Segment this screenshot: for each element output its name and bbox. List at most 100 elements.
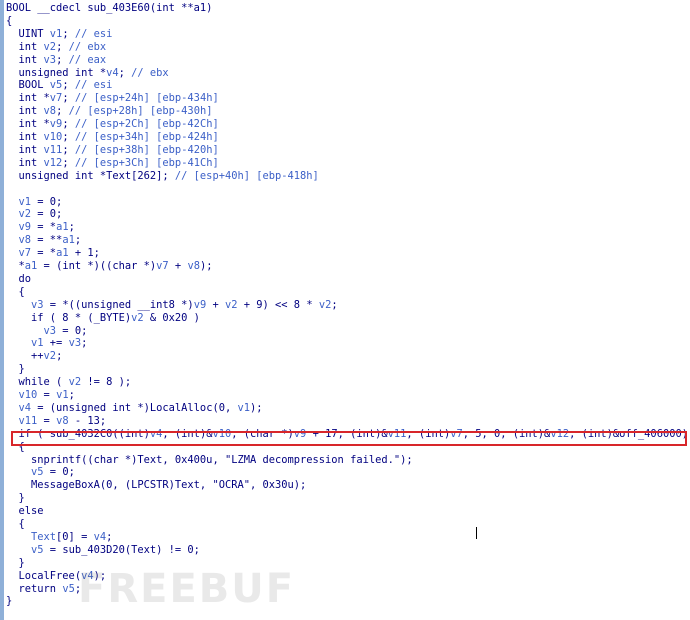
code-comment: // [esp+3Ch] [ebp-41Ch] [74,156,219,169]
code-line[interactable]: } [6,595,12,608]
code-token: ; [62,118,75,131]
code-identifier: Text [6,530,57,543]
code-line[interactable]: } [6,492,25,505]
code-line[interactable]: int *v9; // [esp+2Ch] [ebp-42Ch] [6,118,219,131]
code-token: & 0x20 ) [143,311,200,324]
code-line[interactable]: v10 = v1; [6,389,75,402]
code-line[interactable]: snprintf((char *)Text, 0x400u, "LZMA dec… [6,454,413,467]
code-token: ); [250,401,263,414]
code-line[interactable]: unsigned int *Text[262]; // [esp+40h] [e… [6,170,319,183]
code-line[interactable]: v3 = *((unsigned __int8 *)v9 + v2 + 9) <… [6,299,338,312]
code-line[interactable]: int v11; // [esp+38h] [ebp-420h] [6,144,219,157]
code-identifier: v5 [49,79,63,92]
code-line[interactable]: int v3; // eax [6,54,107,67]
code-line[interactable]: v5 = sub_403D20(Text) != 0; [6,544,200,557]
code-identifier: a1 [56,221,69,234]
code-line[interactable]: BOOL __cdecl sub_403E60(int **a1) [6,2,212,15]
code-line[interactable]: } [6,557,25,570]
code-identifier: v9 [49,118,63,131]
code-token: = [37,389,57,401]
code-line[interactable]: unsigned int *v4; // ebx [6,67,169,80]
code-line[interactable]: v1 += v3; [6,337,87,350]
pseudocode-editor[interactable]: BOOL __cdecl sub_403E60(int **a1){ UINT … [0,0,690,620]
code-token: ; [74,234,82,247]
highlighted-if-statement-box [11,431,687,446]
code-identifier: v1 [6,195,32,208]
code-line[interactable]: UINT v1; // esi [6,28,113,41]
code-line[interactable]: v1 = 0; [6,195,63,209]
code-token: MessageBoxA(0, (LPCSTR)Text, "OCRA", 0x3… [6,479,307,492]
code-identifier: v4 [6,401,32,414]
code-token: LocalFree( [6,569,82,582]
code-token: ; [68,221,75,234]
code-identifier: v8 [56,414,69,427]
code-line[interactable]: v3 = 0; [6,324,88,338]
code-token: ; [62,143,75,156]
code-identifier: v1 [56,389,69,401]
code-line[interactable]: v4 = (unsigned int *)LocalAlloc(0, v1); [6,402,263,415]
code-identifier: v8 [6,234,32,247]
code-identifier: v2 [68,376,82,389]
code-identifier: v11 [43,143,63,156]
code-line[interactable]: v9 = *a1; [6,221,75,234]
code-line[interactable]: if ( 8 * (_BYTE)v2 & 0x20 ) [6,312,200,325]
code-identifier: v2 [43,350,57,363]
code-line[interactable]: v8 = **a1; [6,234,82,247]
code-token: ; [62,79,75,92]
code-line[interactable]: ++v2; [6,350,62,363]
code-identifier: v7 [6,247,32,260]
code-line[interactable]: MessageBoxA(0, (LPCSTR)Text, "OCRA", 0x3… [6,479,306,492]
code-identifier: v1 [237,401,250,414]
code-line[interactable]: { [6,518,25,531]
code-token: ); [199,260,213,272]
code-token: != 8 ); [81,376,132,389]
code-token: = 0; [56,324,88,337]
code-token: int [6,131,44,143]
code-line[interactable]: v11 = v8 - 13; [6,414,107,428]
code-token: { [6,285,25,298]
code-line[interactable]: int v10; // [esp+34h] [ebp-424h] [6,131,219,144]
code-identifier: v5 [6,466,44,479]
code-token: = (int *)((char *) [37,260,157,272]
code-token: int [6,156,44,169]
code-line[interactable]: do [6,273,32,286]
code-line[interactable]: return v5; [6,582,82,596]
code-line[interactable]: v2 = 0; [6,208,63,221]
code-token: return [6,582,63,595]
code-comment: // [esp+2Ch] [ebp-42Ch] [74,118,219,131]
code-line[interactable]: int *v7; // [esp+24h] [ebp-434h] [6,92,219,105]
code-identifier: v2 [43,40,57,53]
code-line[interactable]: while ( v2 != 8 ); [6,376,132,389]
code-token: = * [31,247,57,260]
code-line[interactable]: v7 = *a1 + 1; [6,247,100,260]
code-identifier: v2 [131,311,144,324]
code-token: int [6,105,44,118]
code-line[interactable]: int v8; // [esp+28h] [ebp-430h] [6,105,213,118]
code-identifier: v9 [193,298,207,311]
code-token: snprintf((char *)Text, 0x400u, "LZMA dec… [6,453,413,466]
code-token: if ( 8 * (_BYTE) [6,311,132,324]
code-line[interactable]: int v2; // ebx [6,40,107,54]
code-comment: // [esp+40h] [ebp-418h] [174,169,319,182]
code-token: * [6,260,25,272]
code-line[interactable]: Text[0] = v4; [6,531,112,544]
code-token: += [43,337,69,350]
code-line[interactable]: BOOL v5; // esi [6,79,113,92]
code-token: ; [56,350,63,363]
code-line[interactable]: } [6,363,25,376]
code-token: = ** [31,234,63,247]
code-line[interactable]: v5 = 0; [6,466,75,479]
code-line[interactable]: { [6,286,25,299]
code-line[interactable]: else [6,505,44,518]
code-token: = (unsigned int *)LocalAlloc(0, [31,401,238,414]
code-token: unsigned int * [6,66,107,79]
code-line[interactable]: *a1 = (int *)((char *)v7 + v8); [6,260,213,273]
code-token: } [6,556,25,569]
code-token: + [168,260,188,272]
code-token: } [6,595,13,608]
code-line[interactable]: int v12; // [esp+3Ch] [ebp-41Ch] [6,157,219,170]
code-comment: // esi [74,79,113,92]
code-line[interactable]: { [6,15,12,28]
code-comment: // ebx [68,40,107,53]
code-identifier: v10 [6,389,38,401]
